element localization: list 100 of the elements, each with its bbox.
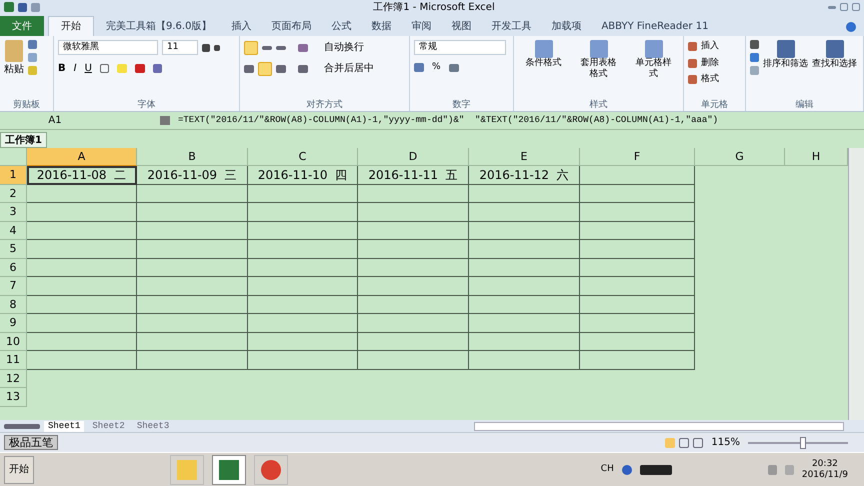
align-bottom-icon[interactable] bbox=[276, 46, 286, 50]
column-header[interactable]: G bbox=[695, 148, 785, 166]
table-cell: 2016-11-12 六 bbox=[469, 166, 580, 184]
app-icon bbox=[261, 460, 281, 480]
bold-button[interactable]: B bbox=[58, 61, 66, 76]
group-label: 对齐方式 bbox=[306, 99, 344, 111]
sheet-tab[interactable]: Sheet3 bbox=[132, 420, 174, 432]
workbook-tab[interactable]: 工作簿1 bbox=[0, 132, 47, 148]
row-header[interactable]: 4 bbox=[0, 222, 27, 240]
window-title: 工作簿1 - Microsoft Excel bbox=[372, 0, 496, 14]
editing-button[interactable]: 排序和筛选 bbox=[763, 58, 808, 72]
ribbon-tab[interactable]: 加载项 bbox=[543, 16, 590, 36]
zoom-slider[interactable] bbox=[748, 436, 848, 448]
font-name-field[interactable]: 微软雅黑 bbox=[58, 40, 158, 55]
ribbon-tab[interactable]: 开发工具 bbox=[483, 16, 540, 36]
editing-button[interactable]: 查找和选择 bbox=[812, 58, 857, 72]
border-icon[interactable] bbox=[100, 64, 109, 73]
column-header[interactable]: A bbox=[27, 148, 137, 166]
style-button[interactable]: 套用表格格式 bbox=[578, 58, 618, 80]
group-label: 单元格 bbox=[700, 99, 729, 111]
paste-button[interactable]: 粘贴 bbox=[4, 62, 24, 77]
column-header[interactable]: B bbox=[137, 148, 248, 166]
ribbon-tab[interactable]: 文件 bbox=[0, 16, 44, 36]
row-header[interactable]: 7 bbox=[0, 277, 27, 296]
table-cell: 2016-11-11 五 bbox=[358, 166, 469, 184]
sheet-tab[interactable]: Sheet2 bbox=[88, 420, 129, 432]
ribbon-tab[interactable]: ABBYY FineReader 11 bbox=[593, 16, 716, 36]
ribbon-tab[interactable]: 开始 bbox=[48, 16, 94, 36]
group-label: 剪贴板 bbox=[12, 99, 41, 111]
table-cell: 2016-11-10 四 bbox=[248, 166, 358, 184]
table-cell: 2016-11-08 二 bbox=[27, 166, 137, 184]
row-header[interactable]: 9 bbox=[0, 314, 27, 332]
italic-button[interactable]: I bbox=[74, 61, 77, 76]
merge-center-button[interactable]: 合并后居中 bbox=[324, 61, 374, 76]
row-header[interactable]: 2 bbox=[0, 184, 27, 203]
row-header[interactable]: 12 bbox=[0, 370, 27, 388]
group-label: 数字 bbox=[452, 99, 472, 111]
number-format-field[interactable]: 常规 bbox=[414, 40, 506, 55]
column-header[interactable]: F bbox=[580, 148, 695, 166]
table-style-icon[interactable] bbox=[534, 40, 552, 58]
app-icon bbox=[177, 460, 197, 480]
table-style-icon[interactable] bbox=[644, 40, 662, 58]
language-indicator[interactable]: CH bbox=[600, 462, 614, 476]
group-label: 样式 bbox=[588, 99, 608, 111]
wrap-text-button[interactable]: 自动换行 bbox=[324, 40, 364, 55]
ribbon-tab[interactable]: 数据 bbox=[363, 16, 400, 36]
ribbon-tab[interactable]: 插入 bbox=[223, 16, 260, 36]
horizontal-scrollbar[interactable] bbox=[474, 422, 844, 430]
help-icon[interactable] bbox=[622, 464, 632, 474]
align-middle-icon[interactable] bbox=[262, 46, 272, 50]
taskbar-app[interactable] bbox=[254, 454, 288, 484]
maximize-icon[interactable] bbox=[840, 3, 848, 11]
row-header[interactable]: 1 bbox=[0, 166, 27, 184]
name-box[interactable]: A1 bbox=[0, 113, 110, 128]
ribbon-tab[interactable]: 完美工具箱【9.6.0版】 bbox=[98, 16, 220, 36]
clock-time: 20:32 bbox=[812, 458, 838, 470]
zoom-level: 115% bbox=[711, 436, 740, 450]
page-layout-icon[interactable] bbox=[679, 438, 690, 448]
row-header[interactable]: 6 bbox=[0, 258, 27, 277]
group-label: 字体 bbox=[136, 99, 156, 111]
minimize-icon[interactable] bbox=[828, 6, 836, 8]
column-header[interactable]: C bbox=[248, 148, 358, 166]
cells-button[interactable]: 格式 bbox=[701, 73, 719, 86]
slider-thumb[interactable] bbox=[800, 436, 806, 448]
cells-button[interactable]: 插入 bbox=[701, 40, 719, 54]
style-button[interactable]: 条件格式 bbox=[526, 58, 562, 69]
column-header[interactable]: D bbox=[358, 148, 469, 166]
font-size-field[interactable]: 11 bbox=[162, 40, 198, 55]
fill-color-icon[interactable] bbox=[116, 64, 127, 73]
clock-date: 2016/11/9 bbox=[802, 470, 848, 480]
formula-field[interactable]: =TEXT("2016/11/"&ROW(A8)-COLUMN(A1)-1,"yyyy-mm-dd")&" "&TEXT("2016/11/"&ROW(A8)-COLUMN(A1)-1,"aaa") bbox=[178, 114, 718, 128]
underline-button[interactable]: U bbox=[84, 61, 92, 76]
excel-icon[interactable] bbox=[4, 2, 14, 12]
row-header[interactable]: 3 bbox=[0, 203, 27, 222]
cells-button[interactable]: 删除 bbox=[701, 56, 719, 70]
percent-button[interactable]: % bbox=[432, 61, 441, 74]
taskbar-app[interactable] bbox=[212, 454, 246, 484]
row-header[interactable]: 10 bbox=[0, 332, 27, 351]
ribbon-tab[interactable]: 视图 bbox=[443, 16, 480, 36]
app-icon bbox=[219, 460, 239, 480]
row-header[interactable]: 5 bbox=[0, 240, 27, 258]
row-header[interactable]: 11 bbox=[0, 351, 27, 370]
ribbon-tab[interactable]: 审阅 bbox=[403, 16, 440, 36]
style-button[interactable]: 单元格样式 bbox=[634, 58, 674, 80]
sheet-tab[interactable]: Sheet1 bbox=[44, 420, 84, 432]
ime-bar[interactable]: 极品五笔 bbox=[4, 435, 58, 450]
ribbon-tab[interactable]: 公式 bbox=[323, 16, 360, 36]
vertical-scrollbar[interactable] bbox=[848, 148, 864, 420]
help-icon[interactable] bbox=[846, 22, 856, 32]
column-header[interactable]: E bbox=[469, 148, 580, 166]
row-header[interactable]: 8 bbox=[0, 296, 27, 314]
ribbon-tab[interactable]: 页面布局 bbox=[263, 16, 320, 36]
page-break-icon[interactable] bbox=[693, 438, 704, 448]
start-button[interactable]: 开始 bbox=[4, 456, 34, 484]
row-header[interactable]: 13 bbox=[0, 388, 27, 406]
table-cell: 2016-11-09 三 bbox=[137, 166, 248, 184]
group-label: 编辑 bbox=[794, 99, 814, 111]
table-style-icon[interactable] bbox=[590, 40, 608, 58]
tab-scroll-icon[interactable] bbox=[4, 424, 40, 428]
font-color-icon[interactable] bbox=[134, 64, 145, 73]
